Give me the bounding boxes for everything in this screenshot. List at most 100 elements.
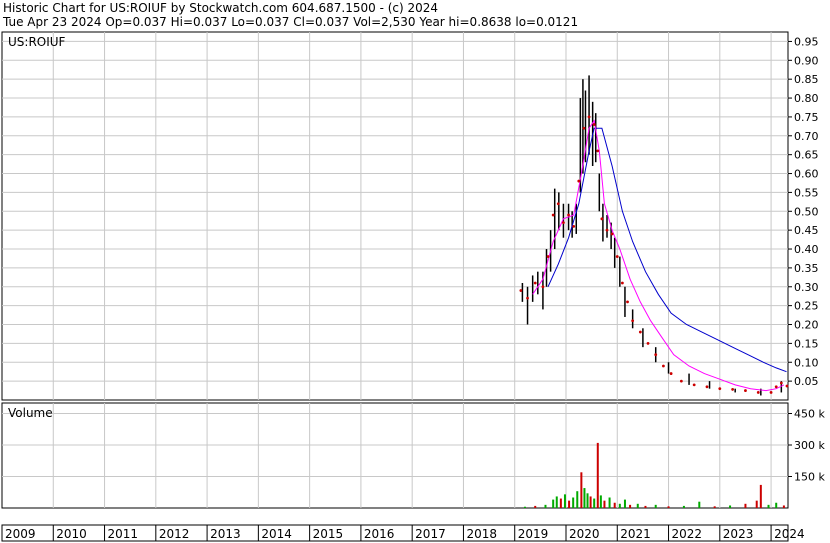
volume-tick-label: 150 k (794, 471, 825, 484)
volume-bar (698, 501, 701, 508)
volume-bar (618, 503, 621, 508)
volume-bar (555, 496, 558, 508)
year-label: 2012 (159, 527, 190, 541)
close-point (646, 341, 650, 345)
price-tick-label: 0.95 (794, 35, 819, 48)
year-label: 2024 (774, 527, 805, 541)
close-point (519, 289, 523, 292)
close-point (546, 255, 550, 258)
volume-bar (629, 504, 632, 508)
close-point (615, 255, 619, 258)
price-plot-frame (1, 31, 789, 401)
year-label: 2013 (210, 527, 241, 541)
year-label: 2018 (466, 527, 497, 541)
close-point (596, 149, 600, 153)
close-point (562, 221, 565, 225)
close-point (577, 179, 581, 183)
volume-bar (759, 484, 762, 508)
close-point (605, 228, 609, 232)
close-point (654, 353, 658, 357)
close-point (567, 213, 570, 217)
volume-bar (568, 500, 571, 508)
year-axis: 2009 2010 2011 2012 2013 2014 2015 2016 2017 2018… (1, 524, 805, 542)
close-point (587, 115, 591, 119)
volume-bar (608, 497, 611, 508)
close-point (774, 385, 778, 389)
volume-plot-frame (1, 402, 789, 509)
close-point (638, 330, 642, 334)
price-tick-label: 0.65 (794, 149, 819, 162)
year-label: 2017 (415, 527, 446, 541)
volume-bar (544, 504, 547, 508)
volume-bar (729, 505, 732, 508)
close-point (600, 217, 604, 221)
volume-bar (563, 494, 566, 508)
close-point (533, 281, 537, 285)
year-label: 2010 (56, 527, 87, 541)
close-point (718, 387, 722, 391)
year-label: 2023 (723, 527, 754, 541)
volume-bar (744, 503, 747, 508)
close-point (756, 391, 760, 394)
year-label: 2016 (364, 527, 395, 541)
close-point (556, 202, 560, 206)
close-point (744, 389, 747, 392)
volume-bar (552, 499, 555, 508)
price-tick-label: 0.15 (794, 337, 819, 350)
volume-panel: 150 k 300 k 450 k Volume (1, 402, 825, 509)
close-point (626, 300, 629, 304)
volume-bar (589, 496, 592, 508)
year-label: 2021 (620, 527, 651, 541)
volume-bar (576, 491, 579, 508)
volume-bar (767, 504, 770, 508)
volume-bar (644, 505, 647, 508)
price-tick-label: 0.35 (794, 262, 819, 275)
volume-bar (755, 500, 758, 508)
year-label: 2009 (5, 527, 36, 541)
close-point (592, 123, 596, 126)
price-tick-label: 0.45 (794, 224, 819, 237)
volume-bar (775, 502, 778, 508)
close-point (620, 281, 624, 285)
year-label: 2014 (261, 527, 292, 541)
price-tick-label: 0.10 (794, 356, 819, 369)
volume-bar (580, 472, 583, 508)
close-point (679, 379, 683, 383)
price-tick-label: 0.25 (794, 300, 819, 313)
close-point (779, 381, 783, 385)
close-point (731, 388, 735, 391)
price-tick-label: 0.75 (794, 111, 819, 124)
close-point (551, 213, 555, 217)
close-point (541, 285, 545, 289)
volume-bar (603, 500, 606, 508)
volume-bar (713, 506, 716, 508)
volume-bar (586, 493, 589, 508)
price-tick-label: 0.30 (794, 281, 819, 294)
price-tick-label: 0.80 (794, 92, 819, 105)
volume-tick-label: 300 k (794, 439, 825, 452)
close-point (631, 319, 635, 323)
year-label: 2015 (313, 527, 344, 541)
close-point (769, 391, 773, 394)
volume-bar (593, 498, 596, 508)
volume-bar (583, 488, 586, 508)
price-tick-label: 0.60 (794, 168, 819, 181)
close-point (669, 372, 673, 375)
price-tick-label: 0.20 (794, 319, 819, 332)
volume-bar (654, 504, 657, 508)
volume-bar (534, 505, 537, 508)
year-label: 2011 (108, 527, 139, 541)
close-point (662, 364, 665, 368)
volume-bar (623, 499, 626, 508)
price-tick-label: 0.55 (794, 186, 819, 199)
close-point (705, 385, 709, 389)
close-point (785, 384, 789, 388)
year-label: 2020 (569, 527, 600, 541)
volume-bar (599, 495, 602, 508)
price-tick-label: 0.50 (794, 205, 819, 218)
volume-bar (782, 505, 785, 508)
volume-bar (682, 505, 685, 508)
volume-bar (667, 506, 670, 508)
price-tick-label: 0.70 (794, 130, 819, 143)
volume-tick-label: 450 k (794, 408, 825, 421)
